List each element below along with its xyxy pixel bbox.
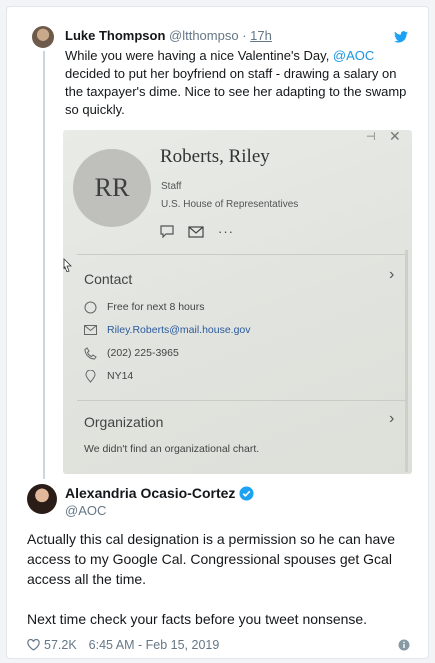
- location-icon: [83, 369, 97, 383]
- contact-row-email: Riley.Roberts@mail.house.gov: [83, 323, 251, 337]
- phone-text: (202) 225-3965: [107, 347, 179, 359]
- contact-row-availability: Free for next 8 hours: [83, 300, 204, 314]
- mouse-cursor-icon: [63, 258, 72, 272]
- contact-organization: U.S. House of Representatives: [161, 199, 299, 210]
- reply-author-avatar[interactable]: [27, 484, 57, 514]
- email-text: Riley.Roberts@mail.house.gov: [107, 324, 251, 336]
- mention-link[interactable]: @AOC: [333, 48, 374, 63]
- reply-author-name[interactable]: Alexandria Ocasio-Cortez: [65, 485, 235, 501]
- mail-icon: [188, 225, 204, 238]
- verified-badge-icon: [239, 485, 254, 501]
- quoted-tweet-time[interactable]: 17h: [250, 28, 272, 43]
- phone-icon: [83, 346, 97, 360]
- close-icon: ✕: [389, 130, 401, 144]
- availability-text: Free for next 8 hours: [107, 301, 205, 313]
- organization-note: We didn't find an organizational chart.: [84, 443, 260, 455]
- quoted-tweet-header: Luke Thompson @ltthompso · 17h: [65, 28, 272, 43]
- more-icon: ···: [218, 223, 234, 239]
- like-count[interactable]: 57.2K: [44, 638, 77, 652]
- twitter-bird-icon[interactable]: [394, 31, 408, 43]
- header-separator: ·: [242, 28, 247, 43]
- clock-icon: [83, 300, 97, 314]
- mail-icon: [83, 323, 97, 337]
- organization-section-header: Organization: [84, 414, 164, 430]
- contact-section-header: Contact: [84, 271, 133, 287]
- reply-tweet-text: Actually this cal designation is a permi…: [27, 531, 396, 627]
- contact-role: Staff: [161, 181, 182, 192]
- reply-author-handle[interactable]: @AOC: [65, 503, 106, 518]
- quoted-tweet-text: While you were having a nice Valentine's…: [65, 47, 410, 119]
- tweet-timestamp[interactable]: 6:45 AM - Feb 15, 2019: [89, 638, 220, 652]
- chat-icon: [160, 225, 174, 238]
- tweet-footer: 57.2K 6:45 AM - Feb 15, 2019: [27, 638, 219, 652]
- reply-author-row: Alexandria Ocasio-Cortez: [65, 485, 254, 501]
- contact-name: Roberts, Riley: [160, 146, 270, 167]
- contact-row-phone: (202) 225-3965: [83, 346, 179, 360]
- pin-icon: ⊣: [366, 131, 376, 143]
- thread-line: [43, 51, 45, 479]
- heart-icon[interactable]: [27, 639, 40, 651]
- divider: [77, 254, 407, 255]
- attached-photo[interactable]: ⊣ ✕ RR Roberts, Riley Staff U.S. House o…: [63, 130, 412, 474]
- contact-row-location: NY14: [83, 369, 133, 383]
- quoted-author-avatar[interactable]: [32, 26, 54, 48]
- contact-initials-avatar: RR: [73, 149, 151, 227]
- location-text: NY14: [107, 370, 134, 382]
- quoted-author-name[interactable]: Luke Thompson: [65, 28, 165, 43]
- contact-actions: ···: [160, 225, 234, 238]
- chevron-right-icon: ›: [389, 410, 395, 427]
- quoted-author-handle[interactable]: @ltthompso: [169, 28, 239, 43]
- info-icon[interactable]: [398, 639, 410, 651]
- quoted-text-before: While you were having a nice Valentine's…: [65, 48, 333, 63]
- scrollbar: [405, 250, 408, 472]
- tweet-card: Luke Thompson @ltthompso · 17h While you…: [6, 6, 429, 659]
- quoted-text-after: decided to put her boyfriend on staff - …: [65, 66, 407, 117]
- chevron-right-icon: ›: [389, 266, 395, 283]
- divider: [77, 400, 407, 401]
- quoted-tweet[interactable]: Luke Thompson @ltthompso · 17h While you…: [7, 7, 428, 479]
